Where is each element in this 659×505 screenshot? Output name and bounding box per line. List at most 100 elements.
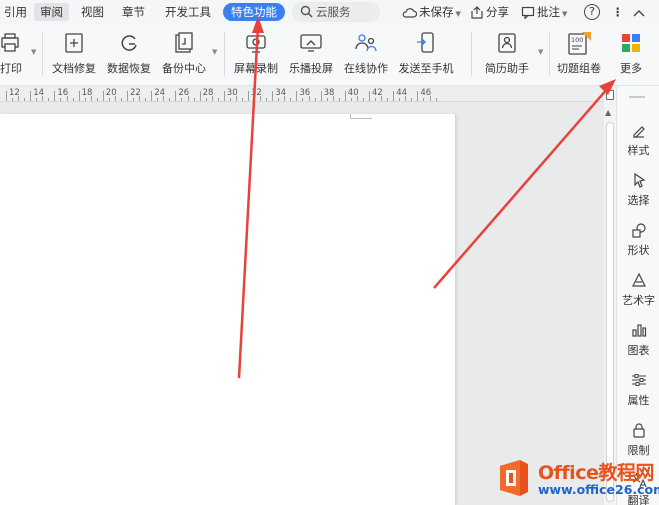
ruler-major-tick (417, 91, 419, 101)
panel-item-restrict[interactable]: 限制 (617, 420, 659, 460)
horizontal-ruler[interactable]: 12 14 16 18 20 22 24 26 28 30 32 34 36 38 40 42 44 46 (0, 86, 604, 102)
question-paper-button[interactable]: 100 切题组卷 (554, 30, 604, 78)
chevron-up-icon (633, 10, 645, 17)
tab-devtools[interactable]: 开发工具 (159, 3, 217, 21)
ruler-minor-tick (108, 98, 110, 101)
cast-screen-label: 乐播投屏 (289, 62, 333, 75)
ruler-minor-tick (120, 98, 122, 101)
panel-item-label: 形状 (627, 244, 650, 257)
ruler-minor-tick (405, 96, 407, 101)
ruler-minor-tick (90, 96, 92, 101)
sliders-icon (631, 374, 646, 386)
ruler-minor-tick (399, 98, 401, 101)
menu-tab-bar: 引用 审阅 视图 章节 开发工具 特色功能 云服务 未保存 ▼ 分享 批注 ▼ ? … (0, 0, 659, 24)
panel-item-style[interactable]: 样式 (617, 120, 659, 160)
scroll-up-arrow-icon[interactable]: ▲ (605, 108, 611, 117)
cloud-icon (402, 8, 418, 18)
ruler-minor-tick (96, 98, 98, 101)
ruler-major-tick (175, 91, 177, 101)
panel-drag-handle[interactable] (629, 96, 645, 98)
ruler-major-tick (6, 91, 7, 101)
toolbar-divider (549, 32, 550, 76)
send-to-phone-label: 发送至手机 (398, 62, 454, 75)
ruler-major-tick (54, 91, 56, 101)
tab-chapter[interactable]: 章节 (116, 3, 151, 21)
backup-dropdown-icon[interactable]: ▼ (212, 48, 217, 56)
online-collab-button[interactable]: 在线协作 (340, 30, 392, 78)
ruler-minor-tick (60, 98, 62, 101)
ruler-minor-tick (387, 98, 389, 101)
resume-dropdown-icon[interactable]: ▼ (538, 48, 543, 56)
backup-icon (175, 32, 193, 53)
search-label: 云服务 (316, 5, 351, 19)
comment-button[interactable]: 批注 ▼ (521, 3, 567, 21)
ruler-minor-tick (326, 98, 328, 101)
more-features-button[interactable]: 更多 (612, 30, 650, 78)
panel-item-properties[interactable]: 属性 (617, 370, 659, 410)
panel-item-wordart[interactable]: 艺术字 (617, 270, 659, 310)
ruler-major-tick (127, 91, 128, 101)
page-view-icon[interactable] (606, 90, 614, 100)
share-button[interactable]: 分享 (470, 3, 509, 21)
screen-record-button[interactable]: 屏幕录制 (230, 30, 282, 78)
ruler-major-tick (320, 91, 322, 101)
printer-icon (1, 33, 19, 52)
tab-quote[interactable]: 引用 (0, 3, 33, 21)
collaboration-icon (355, 34, 377, 52)
panel-item-label: 选择 (627, 194, 650, 207)
panel-item-select[interactable]: 选择 (617, 170, 659, 210)
panel-item-shapes[interactable]: 形状 (617, 220, 659, 260)
tab-review[interactable]: 审阅 (34, 3, 69, 21)
ruler-minor-tick (284, 96, 286, 101)
ruler-minor-tick (332, 96, 334, 101)
ruler-major-tick (369, 91, 370, 101)
ruler-major-tick (272, 91, 274, 101)
tab-special-features[interactable]: 特色功能 (223, 3, 285, 21)
ruler-minor-tick (435, 98, 437, 101)
resume-helper-button[interactable]: 简历助手 (478, 30, 536, 78)
ruler-minor-tick (72, 98, 74, 101)
scroll-thumb[interactable] (606, 122, 614, 502)
ruler-minor-tick (12, 98, 14, 101)
caret-down-icon: ▼ (562, 10, 568, 18)
ruler-minor-tick (169, 98, 171, 101)
doc-repair-button[interactable]: 文档修复 (48, 30, 100, 78)
resume-helper-label: 简历助手 (485, 62, 529, 75)
document-page[interactable] (0, 114, 456, 505)
right-side-panel: 样式 选择 形状 艺术字 图表 属性 限制 翻译 (616, 86, 659, 505)
data-recovery-button[interactable]: 数据恢复 (103, 30, 155, 78)
send-to-phone-button[interactable]: 发送至手机 (394, 30, 458, 78)
print-dropdown-icon[interactable]: ▼ (31, 48, 36, 56)
wordart-icon (631, 272, 646, 287)
site-watermark: Office教程网 www.office26.com (494, 456, 659, 500)
vertical-scrollbar[interactable]: ▲ (604, 86, 616, 505)
more-features-label: 更多 (620, 62, 642, 75)
screen-record-icon (246, 35, 266, 53)
comment-label: 批注 (537, 5, 560, 19)
ruler-minor-tick (217, 98, 219, 101)
ruler-minor-tick (42, 96, 44, 101)
print-button[interactable]: 打印 (0, 30, 28, 78)
ruler-major-tick (102, 91, 104, 101)
data-recovery-label: 数据恢复 (107, 62, 151, 75)
collapse-ribbon-button[interactable] (632, 3, 648, 21)
ruler-minor-tick (338, 98, 340, 101)
backup-center-button[interactable]: 备份中心 (158, 30, 210, 78)
lock-icon (632, 423, 645, 438)
unsaved-status-button[interactable]: 未保存 ▼ (402, 3, 461, 21)
more-menu-button[interactable]: ⋮ (612, 3, 624, 21)
cursor-icon (633, 172, 645, 188)
panel-item-label: 属性 (627, 394, 650, 407)
cloud-service-search[interactable]: 云服务 (292, 2, 380, 22)
toolbar-divider (471, 32, 472, 76)
question-paper-icon: 100 (568, 32, 591, 55)
help-button[interactable]: ? (584, 4, 600, 20)
cast-screen-button[interactable]: 乐播投屏 (285, 30, 337, 78)
tab-view[interactable]: 视图 (75, 3, 110, 21)
ruler-minor-tick (260, 96, 262, 101)
ruler-major-tick (248, 91, 249, 101)
chart-icon (631, 324, 646, 337)
watermark-title: Office教程网 (538, 462, 654, 484)
ruler-minor-tick (235, 96, 237, 101)
panel-item-chart[interactable]: 图表 (617, 320, 659, 360)
